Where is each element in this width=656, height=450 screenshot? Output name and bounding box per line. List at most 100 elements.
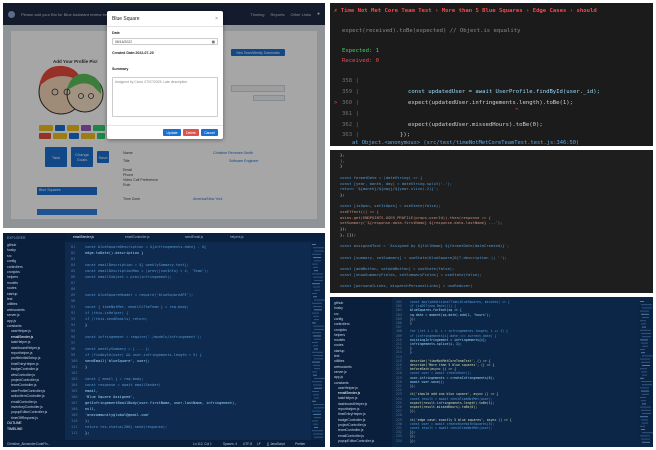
file-tree-item[interactable]: projectController.js — [11, 378, 39, 382]
code-line: 'onecommunityglobal@gmail.com' — [85, 413, 150, 417]
status-prettier[interactable]: Prettier — [295, 442, 305, 446]
minimap[interactable] — [311, 242, 325, 440]
file-tree-item[interactable]: test — [7, 297, 12, 301]
line-number: 102 — [71, 371, 78, 375]
file-tree-item[interactable]: github — [7, 243, 16, 247]
git-branch[interactable]: Christine_AlexanderCodeFix... — [7, 442, 50, 446]
file-tree-item[interactable]: constants — [334, 381, 349, 385]
file-tree-item[interactable]: utilities — [334, 359, 344, 363]
file-tree-item[interactable]: emailSender.js — [338, 391, 360, 395]
error-caret-icon: ^ — [515, 108, 519, 114]
code-line: }); — [400, 132, 411, 138]
file-tree-item[interactable]: actionItemController.js — [11, 394, 45, 398]
file-tree-item[interactable]: inventoryController.js — [11, 405, 43, 409]
file-tree-item[interactable]: src — [334, 312, 339, 316]
file-tree-item[interactable]: websockets — [7, 308, 25, 312]
code-line: axios.get(ENDPOINTS.USER_PROFILE(props.u… — [340, 214, 491, 220]
file-tree-item[interactable]: test — [334, 354, 339, 358]
code-line: } — [410, 321, 412, 325]
tab-send-email[interactable]: sendEmail.js — [185, 235, 203, 239]
file-tree-item[interactable]: popupEditorController.js — [11, 410, 47, 414]
file-tree-item[interactable]: timeOffRequest.js — [11, 416, 38, 420]
file-tree-item[interactable]: badgeController.js — [338, 418, 365, 422]
file-tree-item[interactable]: server.js — [7, 313, 20, 317]
file-tree-item[interactable]: controllers — [334, 322, 350, 326]
code-line: const [year, month, day] = dateString.sp… — [340, 180, 453, 186]
file-tree-item[interactable]: server.js — [334, 370, 347, 374]
file-tree-item[interactable]: dashboardHelper.js — [338, 402, 367, 406]
status-eol[interactable]: LF — [257, 442, 261, 446]
file-tree-item[interactable]: taskHelper.js — [11, 340, 30, 344]
file-tree-item[interactable]: github — [334, 301, 343, 305]
file-tree-item[interactable]: husky — [7, 248, 16, 252]
file-tree-item[interactable]: reporthelper.js — [11, 351, 33, 355]
file-tree-item[interactable]: wbsController.js — [11, 373, 35, 377]
tab-helpers[interactable]: helpers.js — [230, 235, 244, 239]
received-value: Received: 0 — [342, 58, 380, 64]
file-tree-item[interactable]: websockets — [334, 365, 352, 369]
tab-email-controller[interactable]: emailController.js — [125, 235, 149, 239]
file-tree-item[interactable]: helpers — [334, 333, 345, 337]
file-tree-item[interactable]: teamController.js — [338, 428, 363, 432]
tab-email-sender[interactable]: emailSender.js — [73, 235, 94, 239]
summary-label: Summary — [112, 67, 129, 71]
minimap[interactable] — [639, 299, 653, 445]
file-tree-item[interactable]: startup — [334, 349, 344, 353]
file-tree-item[interactable]: routes — [7, 286, 16, 290]
file-tree-item[interactable]: taskHelper.js — [338, 396, 357, 400]
close-icon[interactable]: × — [215, 16, 218, 22]
file-tree-item[interactable]: controllers — [7, 265, 23, 269]
file-tree-item[interactable]: userProfileController.js — [11, 389, 45, 393]
file-tree-item[interactable]: timeEntryHelper.js — [11, 362, 39, 366]
file-tree-item[interactable]: app.js — [7, 319, 16, 323]
file-tree-item[interactable]: TIMELINE — [7, 427, 23, 431]
calendar-icon[interactable]: ▦ — [212, 40, 215, 44]
summary-textarea[interactable]: Assigned by Carol, 07/07/2023: Late desc… — [112, 77, 218, 117]
status-bar: Christine_AlexanderCodeFix... Ln 112, Co… — [3, 440, 325, 447]
code-line: const [showSummaryFields, setSummaryFiel… — [340, 271, 482, 277]
vscode-test-panel: github husky src config controllers cronjobs h… — [330, 297, 653, 447]
cancel-button[interactable]: Cancel — [201, 129, 218, 136]
file-tree-item[interactable]: reporthelper.js — [338, 407, 360, 411]
status-position[interactable]: Ln 112, Col 1 — [193, 442, 212, 446]
file-tree-item[interactable]: routes — [334, 343, 343, 347]
status-encoding[interactable]: UTF-8 — [243, 442, 252, 446]
minimap-preview-icon — [312, 244, 325, 438]
file-tree-item[interactable]: userHelper.js — [338, 386, 358, 390]
delete-button[interactable]: Delete — [183, 129, 199, 136]
file-tree-item[interactable]: models — [334, 338, 345, 342]
file-tree-item[interactable]: profileInitialSetup.js — [11, 356, 40, 360]
file-tree-item[interactable]: cronjobs — [7, 270, 20, 274]
file-tree-item[interactable]: models — [7, 281, 18, 285]
status-language[interactable]: {} JavaScript — [267, 442, 285, 446]
file-tree-item[interactable]: userHelper.js — [11, 329, 31, 333]
file-tree-item[interactable]: src — [7, 254, 12, 258]
file-tree-item[interactable]: cronjobs — [334, 328, 347, 332]
update-button[interactable]: Update — [163, 129, 181, 136]
code-line: const emailSubject = prev(infringement); — [85, 275, 172, 279]
file-tree-item[interactable]: utilities — [7, 302, 17, 306]
file-tree-item[interactable]: constants — [7, 324, 22, 328]
file-tree-item[interactable]: app.js — [334, 375, 343, 379]
file-tree-item[interactable]: startup — [7, 292, 17, 296]
file-tree-item[interactable]: config — [7, 259, 16, 263]
file-tree-item[interactable]: teamController.js — [11, 383, 36, 387]
code-line: edge.toDate().description } — [85, 251, 144, 255]
file-tree-item[interactable]: timeEntryHelper.js — [338, 412, 366, 416]
file-tree-item[interactable]: emailController.js — [338, 434, 364, 438]
file-tree-item[interactable]: emailSender.js — [11, 335, 33, 339]
file-tree-item[interactable]: husky — [334, 306, 343, 310]
status-spaces[interactable]: Spaces: 4 — [223, 442, 237, 446]
file-tree-item[interactable]: badgeController.js — [11, 367, 38, 371]
file-tree-item[interactable]: config — [334, 317, 343, 321]
file-tree-item[interactable]: OUTLINE — [7, 421, 22, 425]
file-tree-item[interactable]: dashboardHelper.js — [11, 346, 40, 350]
file-tree-item[interactable]: popupEditorController.js — [338, 439, 374, 443]
date-input[interactable]: 08/16/2022 ▦ — [112, 38, 218, 45]
line-number: 83 — [71, 257, 76, 261]
file-tree-item[interactable]: emailController.js — [11, 400, 37, 404]
file-tree-item[interactable]: projectController.js — [338, 423, 366, 427]
line-number: 97 — [71, 341, 76, 345]
file-tree-item[interactable]: helpers — [7, 275, 18, 279]
line-number: 91 — [71, 305, 76, 309]
